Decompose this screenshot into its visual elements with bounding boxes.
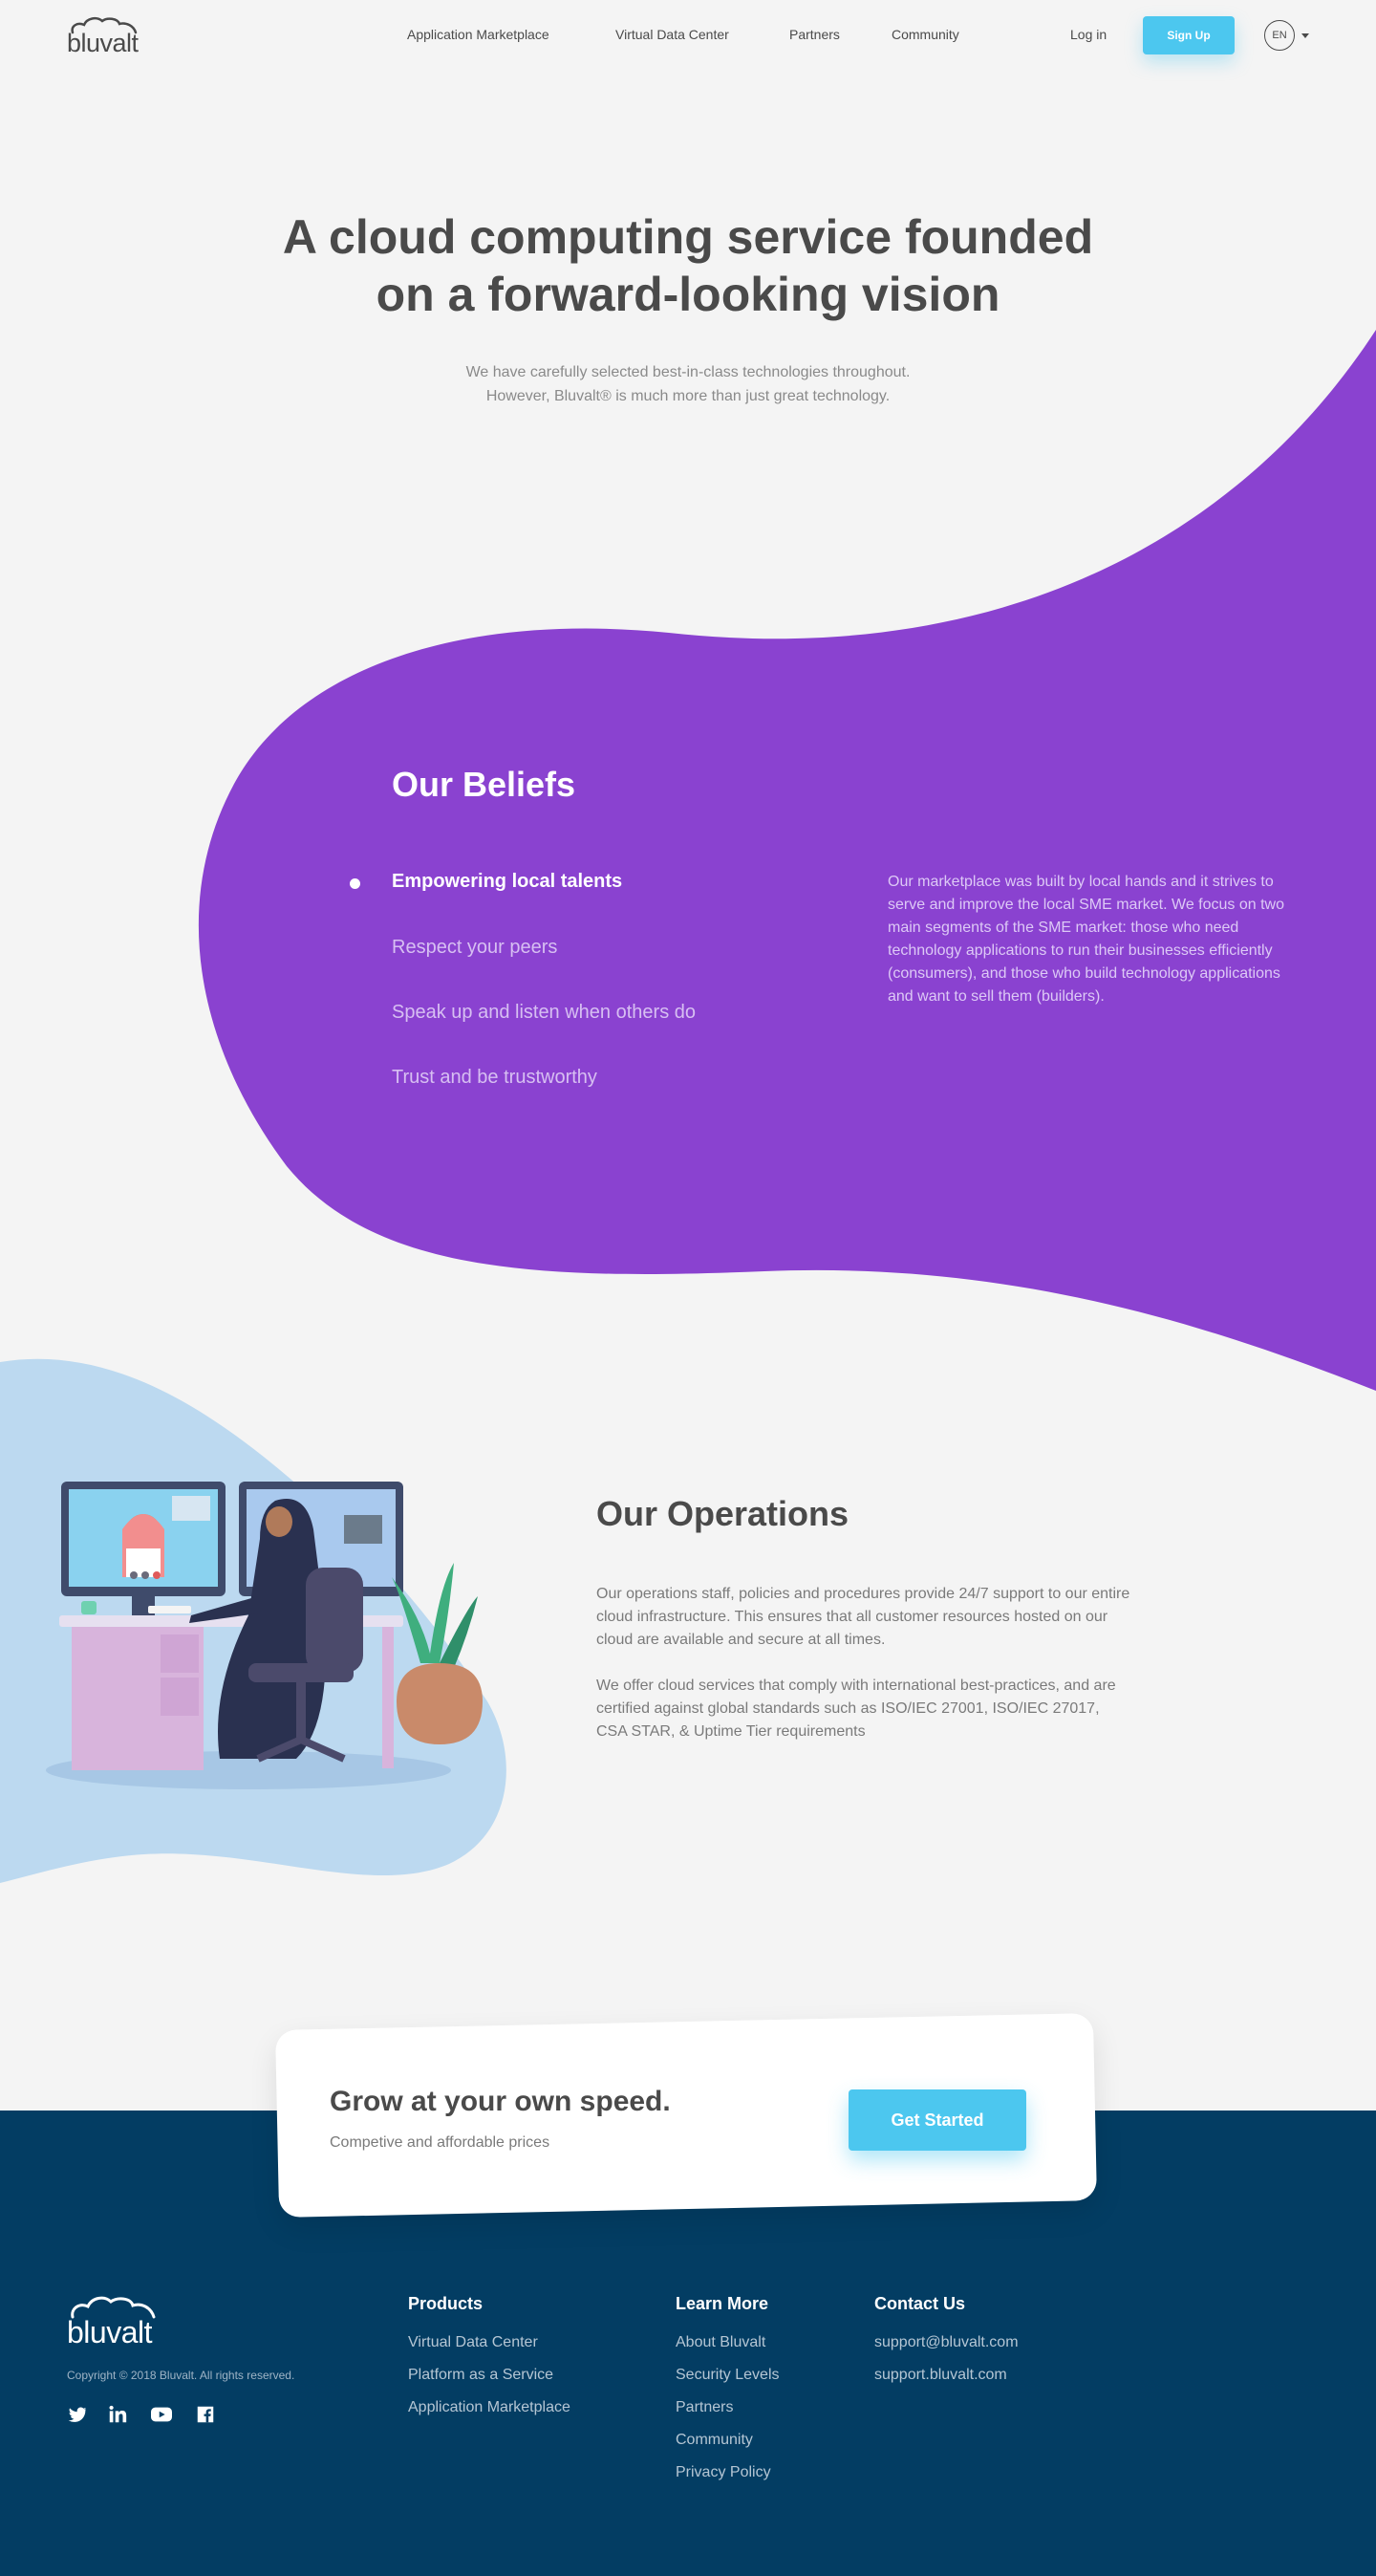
belief-item[interactable]: Respect your peers [392, 937, 557, 959]
footer-logo-text: bluvalt [67, 2315, 153, 2349]
footer-heading-learn-more: Learn More [676, 2294, 769, 2313]
footer-link-partners[interactable]: Partners [676, 2399, 733, 2416]
footer-link-security-levels[interactable]: Security Levels [676, 2367, 780, 2384]
hero-subtitle-line-1: We have carefully selected best-in-class… [465, 364, 911, 380]
hero-subtitle-line-2: However, Bluvalt® is much more than just… [485, 388, 891, 404]
beliefs-title: Our Beliefs [392, 765, 576, 804]
facebook-icon[interactable] [195, 2404, 216, 2425]
youtube-icon[interactable] [149, 2404, 174, 2425]
active-belief-bullet [350, 878, 360, 889]
logo-text: bluvalt [67, 29, 139, 57]
footer-logo[interactable]: bluvalt [67, 2294, 162, 2349]
operations-title: Our Operations [596, 1494, 849, 1533]
operations-illustration [46, 1482, 483, 1789]
operations-paragraph-2: We offer cloud services that comply with… [596, 1678, 1116, 1740]
footer-heading-contact-us: Contact Us [874, 2294, 966, 2313]
footer-link-platform-as-a-service[interactable]: Platform as a Service [408, 2367, 553, 2384]
login-link[interactable]: Log in [1070, 27, 1107, 42]
hero-title-line-2: on a forward-looking vision [376, 268, 1000, 321]
beliefs-description: Our marketplace was built by local hands… [888, 874, 1284, 1005]
signup-button[interactable]: Sign Up [1143, 16, 1235, 54]
chevron-down-icon[interactable] [1301, 33, 1309, 38]
footer-heading-products: Products [408, 2294, 484, 2313]
cta-subtitle: Competive and affordable prices [330, 2134, 550, 2151]
footer-link-about-bluvalt[interactable]: About Bluvalt [676, 2334, 765, 2351]
footer-link-virtual-data-center[interactable]: Virtual Data Center [408, 2334, 538, 2351]
nav-application-marketplace[interactable]: Application Marketplace [407, 27, 549, 42]
nav-community[interactable]: Community [892, 27, 959, 42]
footer-link-community[interactable]: Community [676, 2432, 753, 2449]
linkedin-icon[interactable] [107, 2404, 128, 2425]
footer-link-support-site[interactable]: support.bluvalt.com [874, 2367, 1007, 2384]
language-selector[interactable]: EN [1264, 20, 1295, 51]
footer-link-privacy-policy[interactable]: Privacy Policy [676, 2464, 771, 2481]
footer-link-application-marketplace[interactable]: Application Marketplace [408, 2399, 570, 2416]
belief-item[interactable]: Trust and be trustworthy [392, 1067, 597, 1089]
copyright-text: Copyright © 2018 Bluvalt. All rights res… [67, 2369, 295, 2382]
beliefs-purple-wave [198, 330, 1376, 1391]
get-started-button[interactable]: Get Started [849, 2089, 1026, 2151]
hero-title: A cloud computing service founded on a f… [210, 208, 1166, 323]
operations-paragraph-1: Our operations staff, policies and proce… [596, 1586, 1130, 1648]
nav-partners[interactable]: Partners [789, 27, 840, 42]
footer-link-support-email[interactable]: support@bluvalt.com [874, 2334, 1019, 2351]
belief-item[interactable]: Speak up and listen when others do [392, 1002, 696, 1024]
nav-virtual-data-center[interactable]: Virtual Data Center [615, 27, 729, 42]
cta-title: Grow at your own speed. [330, 2086, 671, 2117]
hero-subtitle: We have carefully selected best-in-class… [306, 360, 1070, 408]
twitter-icon[interactable] [67, 2404, 88, 2425]
belief-item[interactable]: Empowering local talents [392, 871, 622, 893]
hero-title-line-1: A cloud computing service founded [282, 210, 1094, 264]
bluvalt-logo[interactable]: bluvalt [67, 15, 143, 57]
